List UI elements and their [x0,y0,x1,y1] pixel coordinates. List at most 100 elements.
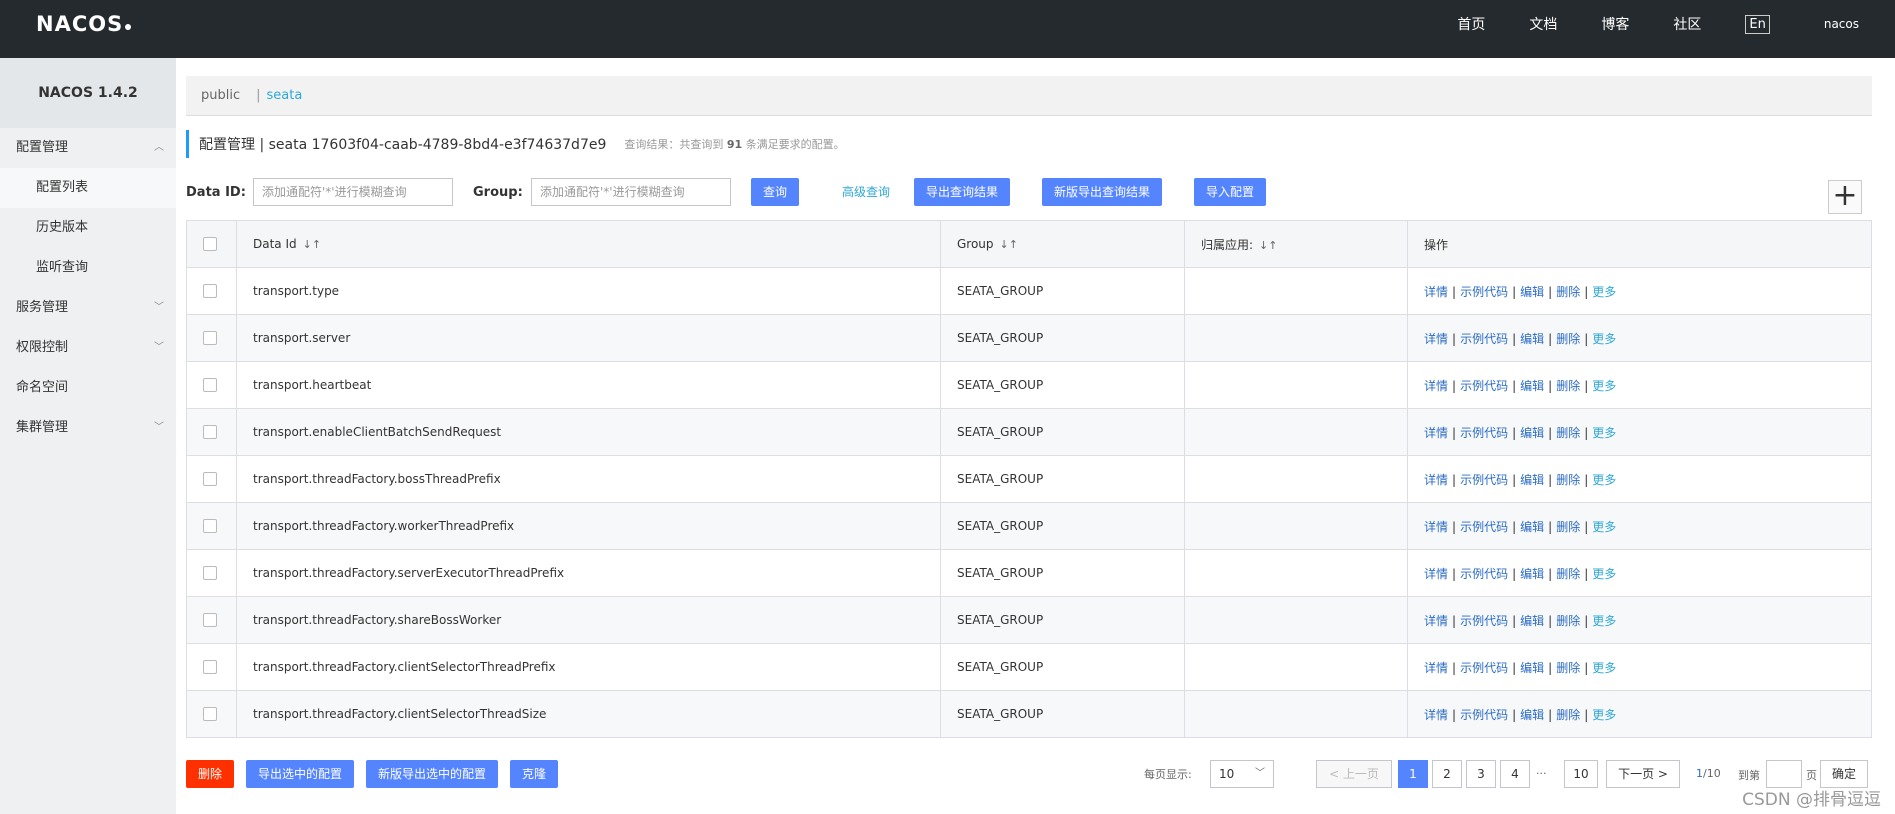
op-link-2[interactable]: 编辑 [1520,567,1544,581]
group-input[interactable] [531,178,731,206]
op-link-4[interactable]: 更多 [1592,661,1616,675]
row-checkbox[interactable] [203,378,217,393]
op-link-1[interactable]: 示例代码 [1460,426,1508,440]
language-switch[interactable]: En [1745,14,1770,34]
sidebar-item-history[interactable]: 历史版本 [0,208,176,248]
op-link-2[interactable]: 编辑 [1520,614,1544,628]
op-link-0[interactable]: 详情 [1424,567,1448,581]
nav-blog[interactable]: 博客 [1601,14,1629,34]
sort-icon[interactable]: ↓↑ [303,238,321,251]
delete-selected-button[interactable]: 删除 [186,760,235,788]
nav-docs[interactable]: 文档 [1529,14,1557,34]
sidebar-item-listener-query[interactable]: 监听查询 [0,248,176,288]
row-checkbox[interactable] [203,284,217,299]
query-button[interactable]: 查询 [751,178,800,206]
op-link-2[interactable]: 编辑 [1520,661,1544,675]
op-link-2[interactable]: 编辑 [1520,332,1544,346]
op-link-4[interactable]: 更多 [1592,473,1616,487]
op-link-3[interactable]: 删除 [1556,473,1580,487]
export-selected-new-button[interactable]: 新版导出选中的配置 [366,760,499,788]
row-checkbox[interactable] [203,331,217,346]
op-link-4[interactable]: 更多 [1592,426,1616,440]
op-link-0[interactable]: 详情 [1424,661,1448,675]
op-link-0[interactable]: 详情 [1424,426,1448,440]
row-checkbox[interactable] [203,613,217,628]
next-page-button[interactable]: 下一页 > [1606,760,1680,788]
page-1-button[interactable]: 1 [1398,760,1428,788]
sidebar-item-cluster-management[interactable]: 集群管理 ﹀ [0,408,176,448]
op-link-3[interactable]: 删除 [1556,332,1580,346]
nacos-logo[interactable]: NACOS [36,12,132,36]
namespace-seata[interactable]: seata [267,88,303,103]
goto-confirm-button[interactable]: 确定 [1820,760,1868,788]
op-link-0[interactable]: 详情 [1424,708,1448,722]
sidebar-item-access-control[interactable]: 权限控制 ﹀ [0,328,176,368]
column-app[interactable]: 归属应用: ↓↑ [1184,220,1408,268]
user-name[interactable]: nacos [1824,17,1859,31]
op-link-3[interactable]: 删除 [1556,426,1580,440]
op-link-4[interactable]: 更多 [1592,520,1616,534]
select-all-checkbox[interactable] [203,237,217,252]
page-10-button[interactable]: 10 [1564,760,1598,788]
export-selected-button[interactable]: 导出选中的配置 [246,760,355,788]
column-group[interactable]: Group ↓↑ [940,220,1185,268]
sort-icon[interactable]: ↓↑ [1000,238,1018,251]
row-checkbox[interactable] [203,472,217,487]
op-link-1[interactable]: 示例代码 [1460,520,1508,534]
op-link-0[interactable]: 详情 [1424,473,1448,487]
op-link-4[interactable]: 更多 [1592,708,1616,722]
op-link-4[interactable]: 更多 [1592,285,1616,299]
op-link-2[interactable]: 编辑 [1520,520,1544,534]
sort-icon[interactable]: ↓↑ [1259,239,1277,252]
op-link-0[interactable]: 详情 [1424,332,1448,346]
op-link-1[interactable]: 示例代码 [1460,332,1508,346]
op-link-1[interactable]: 示例代码 [1460,379,1508,393]
sidebar-item-config-list[interactable]: 配置列表 [0,168,176,208]
op-link-2[interactable]: 编辑 [1520,379,1544,393]
page-size-select[interactable]: 10 ﹀ [1210,760,1274,788]
op-link-1[interactable]: 示例代码 [1460,708,1508,722]
sidebar-item-config-management[interactable]: 配置管理 ︿ [0,128,176,168]
op-link-0[interactable]: 详情 [1424,614,1448,628]
op-link-1[interactable]: 示例代码 [1460,567,1508,581]
sidebar-item-service-management[interactable]: 服务管理 ﹀ [0,288,176,328]
op-link-1[interactable]: 示例代码 [1460,473,1508,487]
op-link-2[interactable]: 编辑 [1520,285,1544,299]
op-link-2[interactable]: 编辑 [1520,708,1544,722]
prev-page-button[interactable]: < 上一页 [1316,760,1392,788]
op-link-1[interactable]: 示例代码 [1460,661,1508,675]
data-id-input[interactable] [253,178,453,206]
op-link-3[interactable]: 删除 [1556,661,1580,675]
op-link-4[interactable]: 更多 [1592,332,1616,346]
clone-button[interactable]: 克隆 [510,760,559,788]
row-checkbox[interactable] [203,660,217,675]
advanced-query-link[interactable]: 高级查询 [842,178,890,206]
op-link-3[interactable]: 删除 [1556,520,1580,534]
op-link-0[interactable]: 详情 [1424,520,1448,534]
op-link-3[interactable]: 删除 [1556,614,1580,628]
export-query-result-new-button[interactable]: 新版导出查询结果 [1042,178,1163,206]
namespace-public[interactable]: public [201,88,240,103]
op-link-2[interactable]: 编辑 [1520,426,1544,440]
goto-page-input[interactable] [1766,760,1802,788]
op-link-4[interactable]: 更多 [1592,614,1616,628]
op-link-1[interactable]: 示例代码 [1460,285,1508,299]
export-query-result-button[interactable]: 导出查询结果 [914,178,1011,206]
import-config-button[interactable]: 导入配置 [1194,178,1267,206]
op-link-3[interactable]: 删除 [1556,567,1580,581]
op-link-3[interactable]: 删除 [1556,285,1580,299]
nav-community[interactable]: 社区 [1673,14,1701,34]
page-3-button[interactable]: 3 [1466,760,1496,788]
row-checkbox[interactable] [203,425,217,440]
op-link-3[interactable]: 删除 [1556,379,1580,393]
op-link-4[interactable]: 更多 [1592,379,1616,393]
op-link-0[interactable]: 详情 [1424,379,1448,393]
page-2-button[interactable]: 2 [1432,760,1462,788]
op-link-0[interactable]: 详情 [1424,285,1448,299]
op-link-1[interactable]: 示例代码 [1460,614,1508,628]
page-4-button[interactable]: 4 [1500,760,1530,788]
nav-home[interactable]: 首页 [1457,14,1485,34]
sidebar-item-namespace[interactable]: 命名空间 [0,368,176,408]
add-config-button[interactable]: + [1828,180,1862,214]
row-checkbox[interactable] [203,566,217,581]
